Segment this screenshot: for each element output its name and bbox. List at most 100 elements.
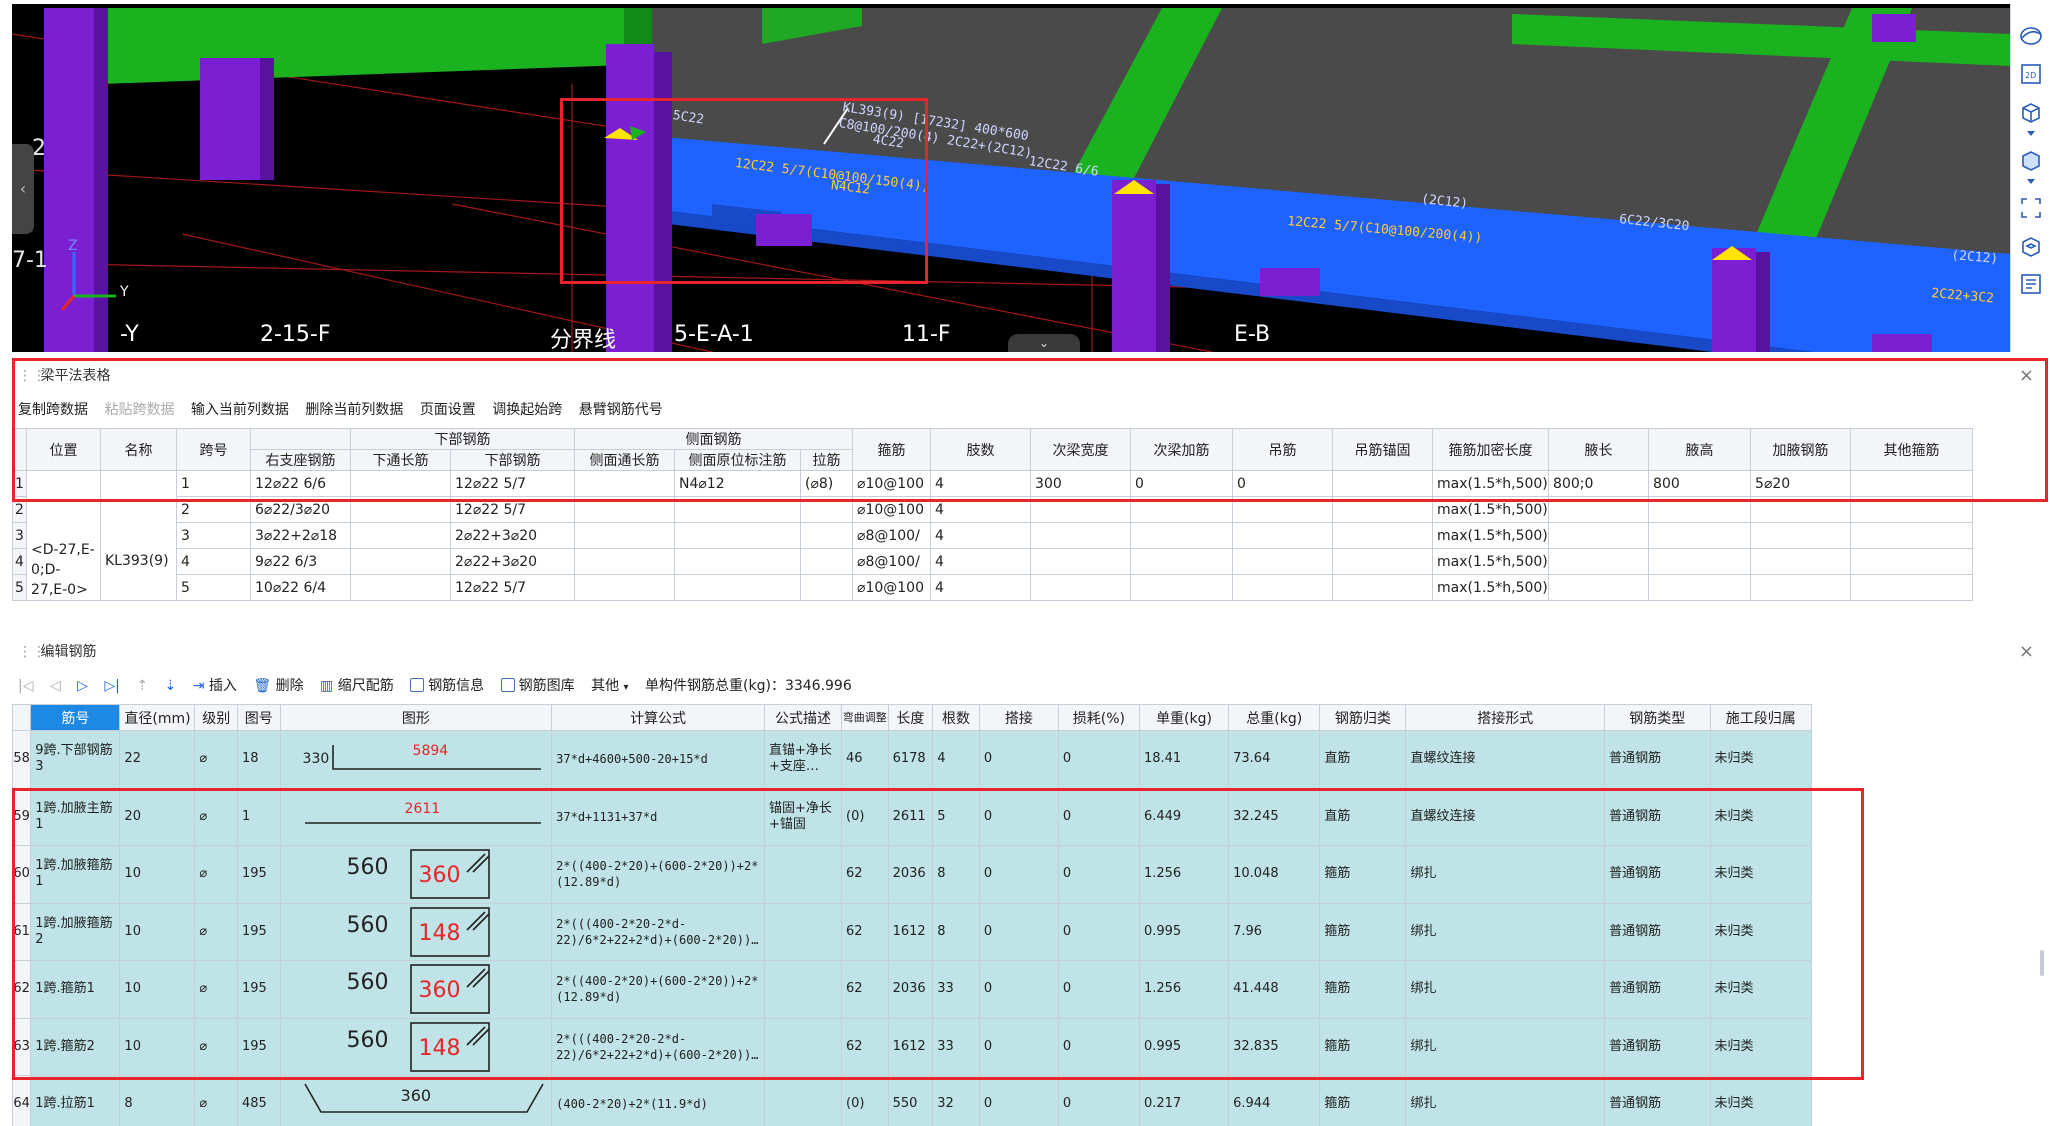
beam-cell[interactable] [574,522,675,549]
rebar-cell-unit[interactable]: 18.41 [1138,730,1230,789]
beam-cell[interactable] [1030,522,1132,549]
rebar-cell-seg[interactable]: 未归类 [1709,787,1812,846]
rebar-cell-grade[interactable]: ⌀ [194,730,238,789]
list-icon[interactable] [2019,272,2043,296]
rebar-cell-loss[interactable]: 0 [1057,1075,1140,1126]
rebar-cell-lap[interactable]: 0 [978,960,1059,1019]
rebar-cell-type[interactable]: 普通钢筋 [1604,730,1711,789]
beam-cell[interactable]: max(1.5*h,500) [1432,548,1550,575]
beam-cell[interactable]: ⌀10@100 [852,574,932,601]
beam-cell[interactable] [1750,574,1852,601]
rebar-cell-lap[interactable]: 0 [978,1017,1059,1076]
beam-cell[interactable] [674,496,801,523]
beam-cell[interactable] [799,496,854,523]
rebar-cell-dia[interactable]: 10 [119,902,196,961]
beam-cell[interactable]: 4 [930,574,1032,601]
beam-cell[interactable]: max(1.5*h,500) [1432,574,1550,601]
rebar-cell-desc[interactable]: 直锚+净长+支座… [763,730,843,789]
beam-cell[interactable]: max(1.5*h,500) [1432,470,1550,497]
rebar-cell-dia[interactable]: 10 [119,845,196,904]
rebar-cell-desc[interactable] [763,1017,843,1076]
rebar-cell-len[interactable]: 550 [887,1075,934,1126]
rebar-cell-lapform[interactable]: 绑扎 [1405,1075,1606,1126]
rebar-cell-count[interactable]: 4 [932,730,980,789]
other-menu-button[interactable]: 其他 ▾ [591,672,628,702]
layers-cube-icon[interactable] [2019,234,2043,258]
rebar-cell-dia[interactable]: 22 [119,730,196,789]
swap-start-span-button[interactable]: 调换起始跨 [492,396,562,424]
beam-cell[interactable]: 4 [930,470,1032,497]
beam-cell[interactable]: 10⌀22 6/4 [250,574,351,601]
prev-record-icon[interactable]: ◁ [50,672,61,700]
rebar-cell-lapform[interactable]: 绑扎 [1405,902,1606,961]
beam-cell[interactable] [674,522,801,549]
rebar-cell-name[interactable]: 1跨.箍筋2 [30,1017,121,1076]
beam-cell[interactable] [1130,548,1234,575]
rebar-shape-cell[interactable]: 560 360 [279,845,553,904]
beam-cell[interactable] [1548,548,1650,575]
beam-cell[interactable]: 3⌀22+2⌀18 [250,522,351,549]
beam-cell[interactable] [1332,548,1434,575]
cube-solid-icon[interactable] [2019,148,2043,172]
rebar-cell-cls[interactable]: 箍筋 [1319,845,1407,904]
delete-button[interactable]: 🗑 删除 [253,672,303,700]
rebar-cell-formula[interactable]: 2*(((400-2*20-2*d-22)/6*2+22+2*d)+(600-2… [551,1017,765,1076]
rebar-cell-bend[interactable]: 62 [841,1017,889,1076]
rebar-cell-total[interactable]: 7.96 [1228,902,1321,961]
beam-cell[interactable] [1232,548,1334,575]
cantilever-code-button[interactable]: 悬臂钢筋代号 [579,396,663,424]
rebar-cell-formula[interactable]: 2*(((400-2*20-2*d-22)/6*2+22+2*d)+(600-2… [551,902,765,961]
rebar-cell-cls[interactable]: 箍筋 [1319,902,1407,961]
cube-icon[interactable] [2019,100,2043,124]
rebar-shape-cell[interactable]: 560 148 [279,1017,553,1076]
beam-cell[interactable] [1130,574,1234,601]
rebar-cell-type[interactable]: 普通钢筋 [1604,960,1711,1019]
beam-cell[interactable]: 6⌀22/3⌀20 [250,496,351,523]
beam-cell[interactable]: 0 [1232,470,1334,497]
rebar-shape-cell[interactable]: 330 5894 [279,730,553,789]
rebar-cell-count[interactable]: 8 [932,845,980,904]
rebar-cell-total[interactable]: 6.944 [1228,1075,1321,1126]
beam-cell[interactable] [1130,496,1234,523]
beam-cell[interactable]: 2⌀22+3⌀20 [450,522,575,549]
drag-handle-icon[interactable]: ⋮⋮ [18,362,46,390]
rebar-cell-lapform[interactable]: 直螺纹连接 [1405,787,1606,846]
delete-column-button[interactable]: 删除当前列数据 [305,396,403,424]
rebar-cell-name[interactable]: 9跨.下部钢筋3 [30,730,121,789]
beam-cell[interactable] [1850,522,1974,549]
close-icon[interactable]: × [2019,638,2034,666]
rebar-cell-grade[interactable]: ⌀ [194,845,238,904]
beam-table-row[interactable]: 5 5 10⌀22 6/4 12⌀22 5/7 ⌀10@100 4 max(1.5*h,50… [12,574,1974,601]
rebar-cell-type[interactable]: 普通钢筋 [1604,902,1711,961]
beam-cell[interactable] [574,574,675,601]
rebar-table-row[interactable]: 59 1跨.加腋主筋1 20 ⌀ 1 2611 37*d+1131+37*d 锚固+净长+锚固… [11,787,1812,846]
page-setup-button[interactable]: 页面设置 [420,396,476,424]
rebar-cell-formula[interactable]: 37*d+4600+500-20+15*d [551,730,765,789]
copy-span-button[interactable]: 复制跨数据 [18,396,88,424]
rebar-cell-type[interactable]: 普通钢筋 [1604,787,1711,846]
rebar-cell-type[interactable]: 普通钢筋 [1604,1017,1711,1076]
rebar-cell-desc[interactable] [763,960,843,1019]
rebar-cell-bend[interactable]: (0) [841,787,889,846]
beam-cell[interactable] [1750,548,1852,575]
rebar-cell-loss[interactable]: 0 [1057,845,1140,904]
rebar-cell-dia[interactable]: 10 [119,960,196,1019]
beam-cell[interactable]: ⌀8@100/ [852,548,932,575]
beam-cell[interactable] [1648,522,1752,549]
rebar-cell-grade[interactable]: ⌀ [194,1075,238,1126]
rebar-cell-lapform[interactable]: 直螺纹连接 [1405,730,1606,789]
beam-cell[interactable] [1850,548,1974,575]
beam-cell[interactable] [1030,574,1132,601]
rebar-cell-bend[interactable]: 62 [841,845,889,904]
beam-cell[interactable]: 5⌀20 [1750,470,1852,497]
rebar-cell-type[interactable]: 普通钢筋 [1604,845,1711,904]
rebar-cell-len[interactable]: 2036 [887,845,934,904]
beam-cell[interactable] [1750,496,1852,523]
rebar-cell-len[interactable]: 1612 [887,1017,934,1076]
rebar-cell-cls[interactable]: 箍筋 [1319,960,1407,1019]
beam-cell[interactable]: 300 [1030,470,1132,497]
rebar-cell-formula[interactable]: 2*((400-2*20)+(600-2*20))+2*(12.89*d) [551,960,765,1019]
rebar-cell-count[interactable]: 33 [932,1017,980,1076]
rebar-cell-unit[interactable]: 0.217 [1138,1075,1230,1126]
rebar-cell-dia[interactable]: 10 [119,1017,196,1076]
